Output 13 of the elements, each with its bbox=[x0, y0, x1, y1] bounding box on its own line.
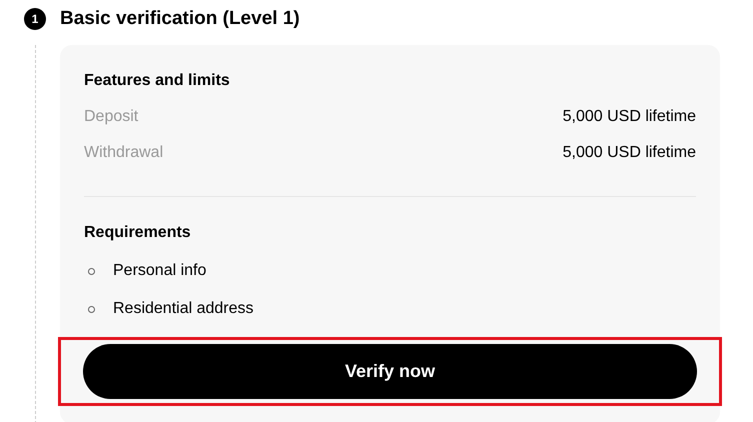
limit-label: Deposit bbox=[84, 107, 138, 127]
verify-button[interactable]: Verify now bbox=[83, 344, 697, 399]
limit-label: Withdrawal bbox=[84, 143, 164, 163]
step-number: 1 bbox=[24, 8, 46, 30]
limit-value: 5,000 USD lifetime bbox=[562, 107, 696, 127]
bullet-icon bbox=[88, 306, 95, 312]
section-heading: Requirements bbox=[84, 223, 192, 243]
requirement-item: Personal info bbox=[113, 261, 206, 281]
limit-value: 5,000 USD lifetime bbox=[562, 143, 696, 163]
section-heading: Features and limits bbox=[84, 71, 231, 91]
requirement-item: Residential address bbox=[113, 299, 254, 319]
step-title: Basic verification (Level 1) bbox=[60, 6, 300, 31]
bullet-icon bbox=[88, 268, 95, 274]
